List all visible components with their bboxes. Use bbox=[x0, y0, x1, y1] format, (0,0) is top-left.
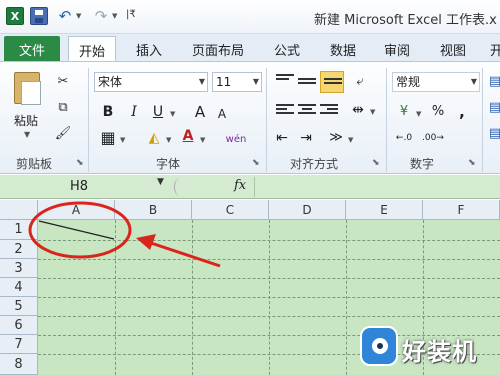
underline-dropdown-icon[interactable]: ▼ bbox=[170, 110, 175, 118]
font-group-label: 字体 bbox=[156, 157, 181, 171]
tab-insert[interactable]: 插入 bbox=[136, 40, 162, 59]
align-top-icon[interactable] bbox=[276, 74, 294, 88]
styles-icon[interactable]: ▤ bbox=[486, 100, 500, 116]
tab-view[interactable]: 视图 bbox=[440, 40, 466, 59]
group-divider bbox=[88, 68, 89, 172]
highlight-circle bbox=[28, 201, 132, 259]
fill-color-icon[interactable]: ◭ bbox=[144, 128, 164, 148]
number-launcher-icon[interactable]: ⬊ bbox=[468, 158, 476, 168]
title-bar: X ↶ ▼ ↷ ▼ |₹ 新建 Microsoft Excel 工作表.x bbox=[0, 0, 500, 34]
align-right-icon[interactable] bbox=[320, 104, 338, 118]
comma-button[interactable]: , bbox=[452, 102, 472, 122]
formula-input[interactable] bbox=[254, 177, 500, 197]
percent-button[interactable]: % bbox=[428, 102, 448, 122]
font-size-select[interactable]: 11 ▼ bbox=[212, 72, 262, 92]
watermark: 好装机 bbox=[360, 322, 500, 372]
group-divider bbox=[482, 68, 483, 172]
customize-qat-icon[interactable]: |₹ bbox=[126, 9, 136, 20]
name-box[interactable]: H8 bbox=[2, 177, 172, 197]
fx-icon[interactable]: fx bbox=[234, 178, 246, 193]
tab-more[interactable]: 开 bbox=[490, 40, 500, 59]
chevron-down-icon: ▼ bbox=[198, 77, 205, 86]
excel-icon[interactable]: X bbox=[6, 7, 24, 25]
increase-indent-icon[interactable]: ⇥ bbox=[296, 128, 316, 148]
format-painter-icon[interactable]: 🖌 bbox=[54, 126, 72, 142]
formula-bar: H8 ▼ fx bbox=[0, 175, 500, 199]
group-divider bbox=[266, 68, 267, 172]
shrink-font-button[interactable]: A bbox=[212, 104, 232, 124]
group-divider bbox=[386, 68, 387, 172]
borders-icon[interactable]: ▦ bbox=[98, 128, 118, 148]
orientation-dropdown-icon[interactable]: ▼ bbox=[348, 136, 353, 144]
merge-icon[interactable]: ⇹ bbox=[348, 100, 368, 120]
decrease-decimal-icon[interactable]: .00→ bbox=[422, 128, 444, 148]
undo-icon[interactable]: ↶ bbox=[56, 7, 74, 25]
font-launcher-icon[interactable]: ⬊ bbox=[252, 158, 260, 168]
bold-button[interactable]: B bbox=[98, 102, 118, 122]
tab-file[interactable]: 文件 bbox=[4, 36, 60, 62]
pointer-arrow-shaft bbox=[147, 240, 221, 268]
font-name-value: 宋体 bbox=[98, 75, 123, 89]
tab-home[interactable]: 开始 bbox=[68, 36, 117, 63]
tab-data[interactable]: 数据 bbox=[330, 40, 356, 59]
phonetic-button[interactable]: wén bbox=[222, 130, 250, 150]
align-left-icon[interactable] bbox=[276, 104, 294, 118]
grow-font-button[interactable]: A bbox=[190, 102, 210, 122]
font-name-select[interactable]: 宋体 ▼ bbox=[94, 72, 208, 92]
clipboard-group-label: 剪贴板 bbox=[16, 157, 53, 171]
watermark-logo-icon bbox=[360, 326, 398, 366]
alignment-group-label: 对齐方式 bbox=[290, 157, 339, 171]
currency-dropdown-icon[interactable]: ▼ bbox=[416, 110, 421, 118]
align-bottom-icon bbox=[324, 78, 342, 92]
tab-formulas[interactable]: 公式 bbox=[274, 40, 300, 59]
pointer-arrow-head bbox=[136, 234, 156, 250]
copy-icon[interactable]: ⧉ bbox=[54, 100, 72, 116]
styles-icon[interactable]: ▤ bbox=[486, 126, 500, 142]
font-color-dropdown-icon[interactable]: ▼ bbox=[200, 136, 205, 144]
align-bottom-button[interactable] bbox=[320, 71, 344, 93]
chevron-down-icon: ▼ bbox=[252, 77, 259, 86]
number-format-select[interactable]: 常规 ▼ bbox=[392, 72, 480, 92]
styles-icon[interactable]: ▤ bbox=[486, 74, 500, 90]
number-group-label: 数字 bbox=[410, 157, 435, 171]
watermark-text: 好装机 bbox=[402, 338, 477, 366]
fill-dropdown-icon[interactable]: ▼ bbox=[166, 136, 171, 144]
chevron-down-icon: ▼ bbox=[470, 77, 477, 86]
font-size-value: 11 bbox=[216, 75, 232, 89]
increase-decimal-icon[interactable]: ←.0 bbox=[394, 128, 414, 148]
cell-a1-diagonal-border bbox=[38, 220, 115, 240]
underline-button[interactable]: U bbox=[148, 102, 168, 122]
save-icon[interactable] bbox=[30, 7, 48, 25]
merge-dropdown-icon[interactable]: ▼ bbox=[370, 108, 375, 116]
paste-dropdown-icon[interactable]: ▼ bbox=[24, 130, 30, 139]
tab-review[interactable]: 审阅 bbox=[384, 40, 410, 59]
chevron-down-icon[interactable]: ▼ bbox=[157, 177, 164, 187]
redo-dropdown-icon[interactable]: ▼ bbox=[112, 12, 117, 20]
tab-page-layout[interactable]: 页面布局 bbox=[192, 40, 244, 59]
ribbon: 粘贴 ▼ ✂ ⧉ 🖌 剪贴板 ⬊ 宋体 ▼ 11 ▼ B I U ▼ A A ▦… bbox=[0, 61, 500, 174]
window-title: 新建 Microsoft Excel 工作表.x bbox=[314, 13, 497, 28]
clipboard-launcher-icon[interactable]: ⬊ bbox=[76, 158, 84, 168]
alignment-launcher-icon[interactable]: ⬊ bbox=[372, 158, 380, 168]
align-middle-icon[interactable] bbox=[298, 78, 316, 92]
font-color-button[interactable]: A bbox=[178, 126, 198, 146]
paste-button[interactable]: 粘贴 bbox=[14, 112, 38, 129]
number-format-value: 常规 bbox=[396, 75, 421, 89]
align-center-icon[interactable] bbox=[298, 104, 316, 118]
italic-button[interactable]: I bbox=[124, 102, 144, 122]
ribbon-tabs: 文件 开始 插入 页面布局 公式 数据 审阅 视图 开 bbox=[0, 34, 500, 63]
decrease-indent-icon[interactable]: ⇤ bbox=[272, 128, 292, 148]
cut-icon[interactable]: ✂ bbox=[54, 74, 72, 90]
formula-bar-divider[interactable] bbox=[174, 178, 186, 196]
redo-icon[interactable]: ↷ bbox=[92, 7, 110, 25]
wrap-text-icon[interactable]: ⤶ bbox=[350, 72, 370, 92]
currency-icon[interactable]: ¥ bbox=[394, 102, 414, 122]
borders-dropdown-icon[interactable]: ▼ bbox=[120, 136, 125, 144]
undo-dropdown-icon[interactable]: ▼ bbox=[76, 12, 81, 20]
orientation-icon[interactable]: ≫ bbox=[326, 128, 346, 148]
paste-icon[interactable] bbox=[14, 72, 41, 105]
